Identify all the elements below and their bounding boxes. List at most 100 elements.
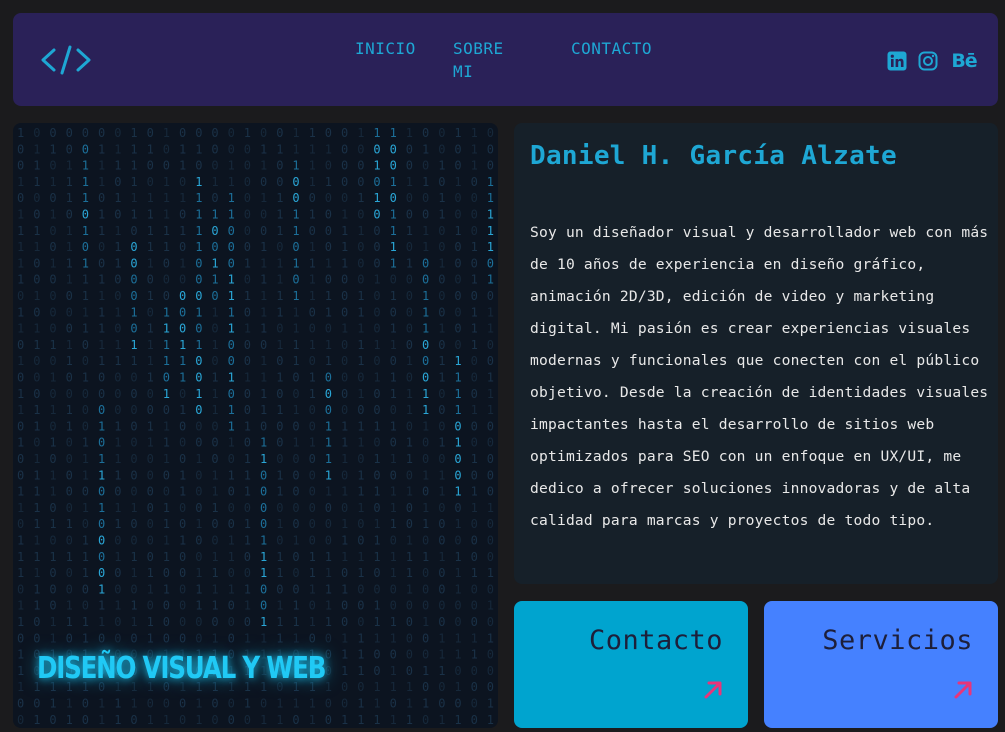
matrix-digit: 0 <box>82 240 89 254</box>
matrix-digit: 1 <box>357 664 364 678</box>
instagram-icon[interactable] <box>916 49 940 73</box>
matrix-digit: 1 <box>228 273 235 287</box>
nav-inicio[interactable]: INICIO <box>355 37 453 83</box>
matrix-digit: 1 <box>114 354 121 368</box>
matrix-digit: 1 <box>373 485 380 499</box>
matrix-digit: 1 <box>309 615 316 629</box>
matrix-digit: 1 <box>309 713 316 727</box>
matrix-digit: 0 <box>147 517 154 531</box>
behance-icon[interactable]: Bē <box>951 49 977 73</box>
matrix-digit: 0 <box>195 631 202 645</box>
matrix-digit: 0 <box>357 403 364 417</box>
matrix-digit: 1 <box>228 305 235 319</box>
matrix-digit: 0 <box>49 387 56 401</box>
matrix-digit: 0 <box>471 387 478 401</box>
nav-sobre-mi[interactable]: SOBRE MI <box>453 37 523 83</box>
matrix-digit: 1 <box>487 224 494 238</box>
matrix-digit: 1 <box>211 175 218 189</box>
matrix-digit: 1 <box>292 322 299 336</box>
matrix-digit: 1 <box>244 256 251 270</box>
matrix-digit: 0 <box>17 191 24 205</box>
matrix-digit: 1 <box>114 159 121 173</box>
matrix-digit: 0 <box>325 322 332 336</box>
matrix-digit: 0 <box>228 354 235 368</box>
matrix-digit: 1 <box>211 485 218 499</box>
matrix-digit: 1 <box>373 126 380 140</box>
matrix-digit: 1 <box>147 256 154 270</box>
matrix-digit: 0 <box>195 322 202 336</box>
matrix-digit: 1 <box>260 159 267 173</box>
matrix-digit: 1 <box>357 338 364 352</box>
matrix-digit: 1 <box>33 468 40 482</box>
matrix-digit: 1 <box>130 566 137 580</box>
matrix-digit: 0 <box>17 371 24 385</box>
matrix-digit: 0 <box>471 354 478 368</box>
matrix-digit: 0 <box>228 387 235 401</box>
matrix-digit: 1 <box>309 175 316 189</box>
matrix-digit: 1 <box>292 126 299 140</box>
matrix-digit: 1 <box>66 697 73 711</box>
matrix-digit: 0 <box>276 419 283 433</box>
matrix-digit: 0 <box>211 713 218 727</box>
matrix-digit: 0 <box>454 468 461 482</box>
matrix-digit: 0 <box>373 240 380 254</box>
matrix-digit: 0 <box>341 305 348 319</box>
matrix-digit: 1 <box>292 338 299 352</box>
matrix-digit: 1 <box>114 419 121 433</box>
matrix-digit: 0 <box>211 159 218 173</box>
matrix-digit: 1 <box>163 191 170 205</box>
matrix-digit: 0 <box>147 403 154 417</box>
matrix-digit: 0 <box>179 419 186 433</box>
matrix-digit: 0 <box>341 615 348 629</box>
matrix-digit: 1 <box>390 550 397 564</box>
matrix-digit: 1 <box>66 419 73 433</box>
matrix-digit: 1 <box>422 550 429 564</box>
contacto-card[interactable]: Contacto <box>514 601 748 728</box>
matrix-digit: 0 <box>33 126 40 140</box>
matrix-digit: 1 <box>390 126 397 140</box>
matrix-digit: 0 <box>422 582 429 596</box>
matrix-digit: 1 <box>195 224 202 238</box>
matrix-digit: 0 <box>114 582 121 596</box>
linkedin-icon[interactable] <box>885 49 909 73</box>
matrix-digit: 1 <box>49 175 56 189</box>
matrix-digit: 0 <box>454 501 461 515</box>
matrix-digit: 0 <box>373 208 380 222</box>
matrix-digit: 0 <box>195 289 202 303</box>
matrix-digit: 1 <box>82 452 89 466</box>
matrix-digit: 1 <box>163 419 170 433</box>
matrix-digit: 0 <box>211 697 218 711</box>
matrix-digit: 0 <box>130 273 137 287</box>
matrix-digit: 1 <box>82 289 89 303</box>
matrix-digit: 1 <box>487 305 494 319</box>
matrix-digit: 0 <box>487 452 494 466</box>
matrix-digit: 1 <box>390 224 397 238</box>
code-brackets-icon[interactable] <box>40 44 92 76</box>
matrix-digit: 1 <box>438 208 445 222</box>
matrix-digit: 0 <box>341 191 348 205</box>
matrix-digit: 1 <box>309 582 316 596</box>
matrix-digit: 0 <box>211 452 218 466</box>
servicios-card[interactable]: Servicios <box>764 601 998 728</box>
nav-contacto[interactable]: CONTACTO <box>571 37 652 83</box>
matrix-digit: 0 <box>244 403 251 417</box>
matrix-digit: 0 <box>309 419 316 433</box>
matrix-digit: 0 <box>147 175 154 189</box>
matrix-digit: 0 <box>147 159 154 173</box>
matrix-digit: 1 <box>98 322 105 336</box>
matrix-digit: 0 <box>341 468 348 482</box>
matrix-digit: 0 <box>33 256 40 270</box>
matrix-digit: 1 <box>341 550 348 564</box>
matrix-digit: 1 <box>260 354 267 368</box>
matrix-digit: 0 <box>325 159 332 173</box>
matrix-digit: 0 <box>49 273 56 287</box>
matrix-digit: 0 <box>33 615 40 629</box>
matrix-digit: 1 <box>471 126 478 140</box>
matrix-digit: 1 <box>163 550 170 564</box>
matrix-digit: 0 <box>422 371 429 385</box>
matrix-digit: 1 <box>17 354 24 368</box>
matrix-digit: 0 <box>179 582 186 596</box>
matrix-digit: 1 <box>98 713 105 727</box>
matrix-digit: 0 <box>147 305 154 319</box>
matrix-digit: 0 <box>292 582 299 596</box>
